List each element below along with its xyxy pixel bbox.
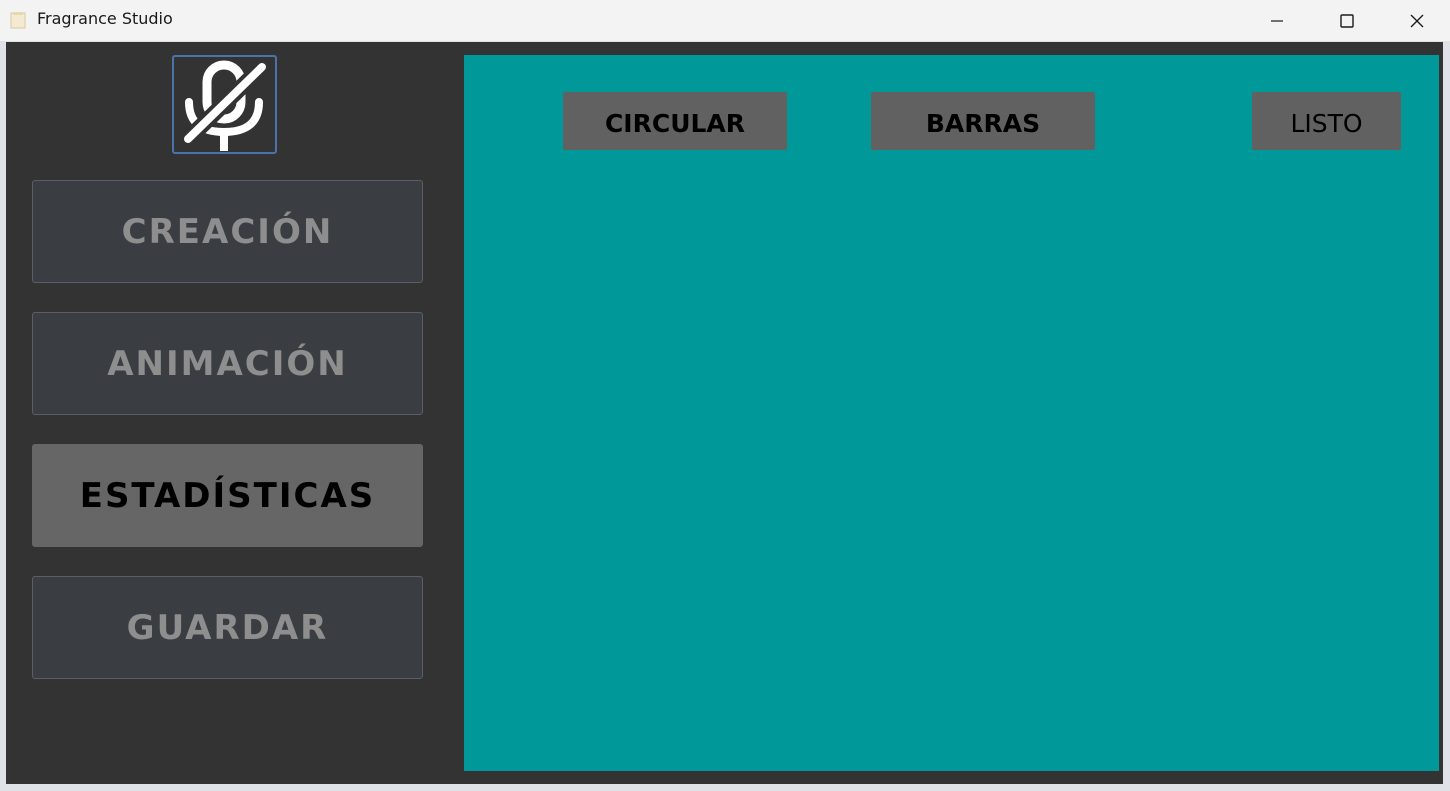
nav-animacion-button[interactable]: ANIMACIÓN bbox=[32, 312, 423, 415]
nav-creacion-label: CREACIÓN bbox=[121, 211, 334, 252]
nav-creacion-button[interactable]: CREACIÓN bbox=[32, 180, 423, 283]
app-icon bbox=[10, 12, 26, 29]
statistics-panel: CIRCULAR BARRAS LISTO bbox=[464, 55, 1439, 771]
barras-label: BARRAS bbox=[925, 108, 1041, 138]
logo[interactable] bbox=[172, 55, 277, 154]
content-area: CREACIÓN ANIMACIÓN ESTADÍSTICAS GUARDAR … bbox=[6, 42, 1443, 784]
bar-chart-button[interactable]: BARRAS bbox=[871, 92, 1095, 150]
microphone-off-icon bbox=[180, 59, 270, 151]
nav-animacion-label: ANIMACIÓN bbox=[107, 343, 348, 384]
maximize-button[interactable] bbox=[1312, 0, 1382, 41]
done-button[interactable]: LISTO bbox=[1252, 92, 1401, 150]
minimize-icon bbox=[1271, 19, 1283, 22]
maximize-icon bbox=[1340, 13, 1354, 28]
window-title: Fragrance Studio bbox=[37, 9, 173, 28]
listo-label: LISTO bbox=[1290, 108, 1363, 138]
app-window: Fragrance Studio CREACIÓN ANIMACIÓN ESTA… bbox=[0, 0, 1450, 791]
minimize-button[interactable] bbox=[1242, 0, 1312, 41]
close-icon bbox=[1410, 14, 1424, 27]
nav-estadisticas-label: ESTADÍSTICAS bbox=[79, 475, 376, 516]
circular-chart-button[interactable]: CIRCULAR bbox=[563, 92, 787, 150]
circular-label: CIRCULAR bbox=[604, 108, 746, 138]
title-bar[interactable]: Fragrance Studio bbox=[0, 0, 1450, 41]
nav-estadisticas-button[interactable]: ESTADÍSTICAS bbox=[32, 444, 423, 547]
close-button[interactable] bbox=[1382, 0, 1450, 41]
nav-guardar-label: GUARDAR bbox=[126, 607, 329, 648]
nav-guardar-button[interactable]: GUARDAR bbox=[32, 576, 423, 679]
